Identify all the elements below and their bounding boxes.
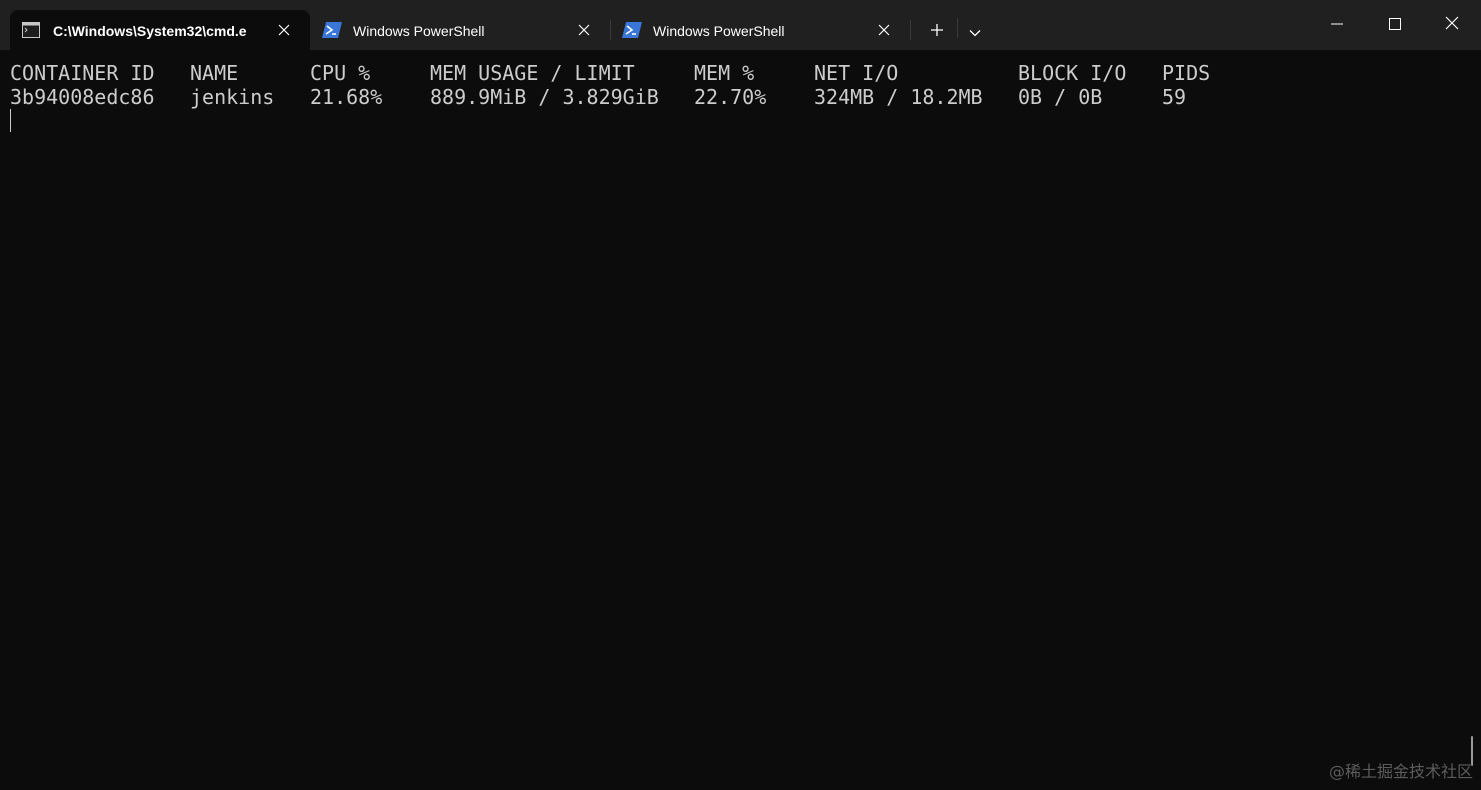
close-icon: [1445, 15, 1459, 34]
tab-bar: C:\Windows\System32\cmd.e Windows PowerS…: [0, 0, 1481, 50]
text-cursor: [10, 109, 11, 132]
close-window-button[interactable]: [1423, 0, 1481, 48]
close-tab-icon[interactable]: [576, 22, 592, 38]
block-io-value: 0B / 0B: [1018, 85, 1103, 109]
watermark: @稀土掘金技术社区: [1328, 762, 1473, 781]
tab-powershell-2[interactable]: Windows PowerShell: [610, 10, 910, 50]
header-block-io: BLOCK I/O: [1018, 61, 1127, 85]
header-mem-usage: MEM USAGE / LIMIT: [430, 61, 635, 85]
chevron-down-icon: [969, 22, 981, 41]
powershell-icon: [622, 22, 642, 38]
powershell-icon: [322, 22, 342, 38]
new-tab-button[interactable]: [922, 16, 952, 46]
tab-dropdown-button[interactable]: [962, 16, 988, 46]
pids-value: 59: [1162, 85, 1187, 109]
close-tab-icon[interactable]: [276, 22, 292, 38]
container-id-value: 3b94008edc86: [10, 85, 155, 109]
tab-separator: [910, 20, 911, 40]
header-container-id: CONTAINER ID: [10, 61, 155, 85]
stats-data-row: 3b94008edc86 jenkins 21.68% 889.9MiB / 3…: [10, 85, 1410, 109]
net-io-value: 324MB / 18.2MB: [814, 85, 983, 109]
tab-title: C:\Windows\System32\cmd.e: [53, 23, 247, 39]
terminal-window: C:\Windows\System32\cmd.e Windows PowerS…: [0, 0, 1481, 790]
tab-cmd[interactable]: C:\Windows\System32\cmd.e: [10, 10, 310, 50]
cmd-icon: [22, 22, 40, 38]
minimize-icon: [1331, 15, 1343, 34]
maximize-icon: [1389, 15, 1401, 34]
stats-header-row: CONTAINER ID NAME CPU % MEM USAGE / LIMI…: [10, 61, 1410, 85]
cpu-value: 21.68%: [310, 85, 383, 109]
header-cpu: CPU %: [310, 61, 371, 85]
tab-title: Windows PowerShell: [653, 23, 785, 39]
maximize-button[interactable]: [1366, 0, 1424, 48]
terminal-output[interactable]: CONTAINER ID NAME CPU % MEM USAGE / LIMI…: [0, 50, 1481, 790]
header-pids: PIDS: [1162, 61, 1211, 85]
plus-icon: [930, 22, 944, 41]
header-net-io: NET I/O: [814, 61, 899, 85]
mem-percent-value: 22.70%: [694, 85, 767, 109]
toolbar-separator: [957, 18, 958, 38]
mem-usage-value: 889.9MiB / 3.829GiB: [430, 85, 659, 109]
header-name: NAME: [190, 61, 239, 85]
name-value: jenkins: [190, 85, 275, 109]
close-tab-icon[interactable]: [876, 22, 892, 38]
tab-powershell-1[interactable]: Windows PowerShell: [310, 10, 610, 50]
minimize-button[interactable]: [1308, 0, 1366, 48]
header-mem-percent: MEM %: [694, 61, 755, 85]
tab-title: Windows PowerShell: [353, 23, 485, 39]
